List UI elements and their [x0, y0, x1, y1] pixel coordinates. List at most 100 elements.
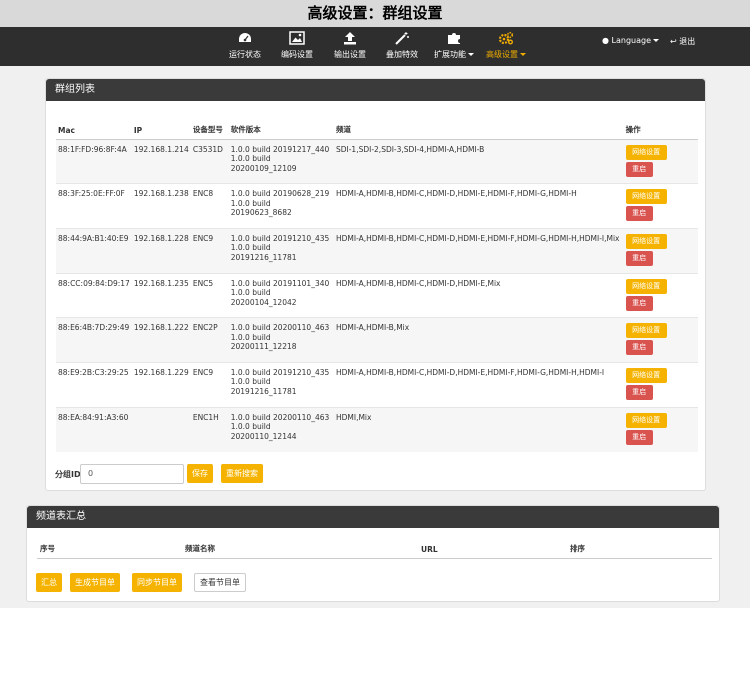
- cell-actions: 网络设置 重启: [623, 272, 698, 318]
- puzzle-icon: [432, 27, 476, 47]
- cell-channels: HDMI,Mix: [333, 406, 624, 452]
- nav-item-extensions[interactable]: 扩展功能: [432, 27, 476, 66]
- sync-playlist-button[interactable]: 同步节目单: [132, 573, 182, 592]
- reboot-button[interactable]: 重启: [625, 250, 653, 266]
- globe-icon: ●: [602, 36, 609, 45]
- group-list-title: 群组列表: [46, 79, 705, 101]
- cell-ip: 192.168.1.214: [131, 138, 191, 184]
- channel-summary-panel: 频道表汇总 序号 频道名称 URL 排序 汇总 生成节目单 同步节目单 查看节目…: [26, 505, 720, 602]
- page-caption: 高级设置：群组设置: [0, 0, 750, 27]
- summary-button[interactable]: 汇总: [36, 573, 62, 592]
- cell-ip: 192.168.1.238: [131, 183, 191, 229]
- cell-actions: 网络设置 重启: [623, 138, 698, 184]
- col-header-mac: Mac: [56, 111, 132, 140]
- network-settings-button[interactable]: 网络设置: [625, 278, 667, 294]
- cell-actions: 网络设置 重启: [623, 406, 698, 452]
- image-icon: [277, 27, 317, 47]
- cell-model: ENC1H: [190, 406, 229, 452]
- channel-summary-title: 频道表汇总: [27, 506, 719, 528]
- nav-label-extensions: 扩展功能: [432, 49, 476, 60]
- nav-item-output[interactable]: 输出设置: [330, 27, 370, 66]
- cell-mac: 88:CC:09:84:D9:17: [56, 272, 132, 318]
- col-header-url: URL: [418, 538, 567, 559]
- cell-firmware: 1.0.0 build 20190628_219 1.0.0 build 2019…: [228, 183, 334, 229]
- cell-mac: 88:44:9A:B1:40:E9: [56, 227, 132, 274]
- magic-wand-icon: [382, 27, 422, 47]
- cell-mac: 88:3F:25:0E:FF:0F: [56, 183, 132, 229]
- cell-ip: 192.168.1.222: [131, 317, 191, 363]
- nav-item-advanced[interactable]: 高级设置: [484, 27, 528, 66]
- network-settings-button[interactable]: 网络设置: [625, 233, 667, 249]
- cell-channels: HDMI-A,HDMI-B,HDMI-C,HDMI-D,HDMI-E,HDMI-…: [333, 183, 624, 229]
- cell-ip: [131, 406, 191, 452]
- rescan-button[interactable]: 重新搜索: [221, 464, 263, 483]
- language-menu[interactable]: ● Language: [602, 36, 660, 45]
- view-playlist-button[interactable]: 查看节目单: [194, 573, 246, 592]
- top-navbar: 运行状态 编码设置 输出设置 叠加特效 扩展功能 高级设置 ● Language: [0, 27, 750, 66]
- col-header-actions: 操作: [623, 111, 698, 140]
- cell-mac: 88:EA:84:91:A3:60: [56, 406, 132, 452]
- logout-icon: ↩: [670, 37, 677, 46]
- col-header-model: 设备型号: [190, 111, 229, 140]
- nav-item-encode[interactable]: 编码设置: [277, 27, 317, 66]
- reboot-button[interactable]: 重启: [625, 429, 653, 445]
- network-settings-button[interactable]: 网络设置: [625, 189, 667, 205]
- cell-model: ENC9: [190, 361, 229, 408]
- nav-label-overlay: 叠加特效: [386, 50, 418, 59]
- cell-firmware: 1.0.0 build 20200110_463 1.0.0 build 20200…: [228, 406, 334, 452]
- cell-actions: 网络设置 重启: [623, 361, 698, 408]
- col-header-sort: 排序: [567, 538, 712, 559]
- nav-item-status[interactable]: 运行状态: [224, 27, 266, 66]
- cell-channels: HDMI-A,HDMI-B,HDMI-C,HDMI-D,HDMI-E,HDMI-…: [333, 361, 624, 408]
- cell-model: ENC8: [190, 183, 229, 229]
- cell-firmware: 1.0.0 build 20191210_435 1.0.0 build 20191…: [228, 361, 334, 408]
- nav-label-status: 运行状态: [229, 50, 261, 59]
- network-settings-button[interactable]: 网络设置: [625, 323, 667, 339]
- col-header-channels: 频道: [333, 111, 624, 140]
- group-id-label: 分组ID: [55, 470, 81, 479]
- table-row: 88:CC:09:84:D9:17 192.168.1.235 ENC5 1.0…: [56, 272, 698, 318]
- reboot-button[interactable]: 重启: [625, 340, 653, 356]
- chevron-down-icon: [653, 39, 660, 42]
- col-header-channel-name: 频道名称: [182, 538, 418, 559]
- network-settings-button[interactable]: 网络设置: [625, 144, 667, 160]
- cell-model: ENC9: [190, 227, 229, 274]
- group-table: Mac IP 设备型号 软件版本 频道 操作 88:1F:FD:96:8F:4A…: [56, 111, 698, 452]
- reboot-button[interactable]: 重启: [625, 206, 653, 222]
- cell-actions: 网络设置 重启: [623, 317, 698, 363]
- logout-link[interactable]: ↩ 退出: [670, 36, 695, 47]
- dashboard-icon: [224, 27, 266, 47]
- network-settings-button[interactable]: 网络设置: [625, 367, 667, 383]
- col-header-index: 序号: [37, 538, 182, 559]
- table-row: 88:EA:84:91:A3:60 ENC1H 1.0.0 build 2020…: [56, 406, 698, 452]
- save-button[interactable]: 保存: [187, 464, 213, 483]
- table-row: 88:44:9A:B1:40:E9 192.168.1.228 ENC9 1.0…: [56, 227, 698, 274]
- cell-firmware: 1.0.0 build 20191210_435 1.0.0 build 20191…: [228, 227, 334, 274]
- cell-firmware: 1.0.0 build 20191217_440 1.0.0 build 20200…: [228, 138, 334, 184]
- cell-ip: 192.168.1.228: [131, 227, 191, 274]
- table-row: 88:1F:FD:96:8F:4A 192.168.1.214 C3531D 1…: [56, 138, 698, 184]
- reboot-button[interactable]: 重启: [625, 295, 653, 311]
- cell-firmware: 1.0.0 build 20200110_463 1.0.0 build 20200…: [228, 317, 334, 363]
- cell-mac: 88:1F:FD:96:8F:4A: [56, 138, 132, 184]
- col-header-ip: IP: [131, 111, 191, 140]
- upload-icon: [330, 27, 370, 47]
- generate-playlist-button[interactable]: 生成节目单: [70, 573, 120, 592]
- reboot-button[interactable]: 重启: [625, 384, 653, 400]
- reboot-button[interactable]: 重启: [625, 161, 653, 177]
- cell-channels: SDI-1,SDI-2,SDI-3,SDI-4,HDMI-A,HDMI-B: [333, 138, 624, 184]
- cell-actions: 网络设置 重启: [623, 227, 698, 274]
- cell-model: ENC2P: [190, 317, 229, 363]
- cell-mac: 88:E9:2B:C3:29:25: [56, 361, 132, 408]
- logout-label: 退出: [679, 37, 696, 46]
- nav-label-encode: 编码设置: [281, 50, 313, 59]
- nav-item-overlay[interactable]: 叠加特效: [382, 27, 422, 66]
- channel-table: 序号 频道名称 URL 排序: [37, 538, 712, 559]
- network-settings-button[interactable]: 网络设置: [625, 412, 667, 428]
- group-id-input[interactable]: 0: [80, 464, 184, 484]
- cell-mac: 88:E6:4B:7D:29:49: [56, 317, 132, 363]
- table-row: 88:3F:25:0E:FF:0F 192.168.1.238 ENC8 1.0…: [56, 183, 698, 229]
- cell-model: ENC5: [190, 272, 229, 318]
- cell-model: C3531D: [190, 138, 229, 184]
- nav-label-advanced: 高级设置: [484, 49, 528, 60]
